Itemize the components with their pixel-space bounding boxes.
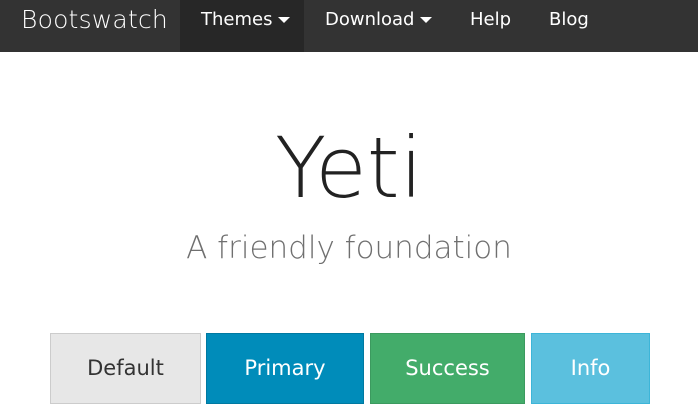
nav-download[interactable]: Download [304, 0, 446, 52]
nav-blog-label: Blog [549, 9, 589, 30]
top-navbar: Bootswatch Themes Download Help Blog [0, 0, 698, 52]
default-button[interactable]: Default [50, 333, 201, 404]
nav-themes-label: Themes [201, 9, 273, 30]
nav-blog[interactable]: Blog [528, 0, 608, 52]
nav-help[interactable]: Help [449, 0, 529, 52]
nav-download-label: Download [325, 9, 415, 30]
nav-help-label: Help [470, 9, 512, 30]
success-button[interactable]: Success [370, 333, 525, 404]
page-title: Yeti [274, 119, 424, 217]
info-button[interactable]: Info [531, 333, 650, 404]
caret-down-icon [420, 17, 433, 23]
caret-down-icon [278, 17, 291, 23]
primary-button[interactable]: Primary [206, 333, 364, 404]
page-subtitle: A friendly foundation [186, 230, 512, 266]
brand-link[interactable]: Bootswatch [21, 0, 168, 40]
nav-themes[interactable]: Themes [180, 0, 304, 52]
